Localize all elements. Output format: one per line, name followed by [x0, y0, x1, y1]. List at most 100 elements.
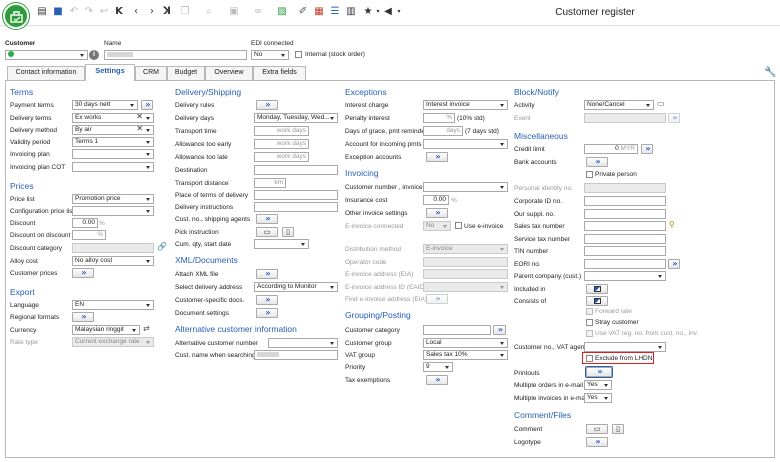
discount-input[interactable]: 0.00: [72, 218, 98, 228]
pick-instruction-file-button[interactable]: ▯: [282, 227, 294, 237]
grid-icon[interactable]: ▦: [313, 6, 325, 18]
priority-select[interactable]: 9: [423, 362, 453, 372]
cancel-icon[interactable]: ↩: [98, 6, 110, 18]
allowance-early-input[interactable]: work days: [254, 139, 309, 149]
info-icon[interactable]: i: [89, 50, 99, 60]
delivery-days-select[interactable]: Monday, Tuesday, Wed...: [254, 113, 338, 123]
place-of-terms-input[interactable]: [254, 190, 338, 200]
credit-limit-input[interactable]: 0 MYR: [584, 144, 638, 154]
private-person-checkbox[interactable]: [586, 171, 593, 178]
interest-charge-select[interactable]: Interest invoice: [423, 100, 508, 110]
customer-name-input[interactable]: [104, 50, 247, 60]
payment-terms-select[interactable]: 30 days nett: [72, 100, 138, 110]
multiple-invoices-select[interactable]: Yes: [584, 393, 612, 403]
customer-number-invoice-select[interactable]: [423, 182, 508, 192]
edi-connected-select[interactable]: No: [251, 50, 289, 60]
included-in-button[interactable]: [586, 284, 608, 294]
tin-number-input[interactable]: [584, 246, 666, 256]
search-icon[interactable]: ⌕: [203, 6, 215, 18]
tab-overview[interactable]: Overview: [205, 66, 253, 80]
comment-file-button[interactable]: ▯: [612, 424, 624, 434]
credit-limit-button[interactable]: »: [641, 144, 653, 154]
bank-accounts-button[interactable]: »: [586, 157, 608, 167]
customer-group-select[interactable]: Local: [423, 338, 508, 348]
payment-terms-button[interactable]: »: [141, 100, 153, 110]
next-record-icon[interactable]: ›: [146, 6, 158, 18]
activity-select[interactable]: None/Cancel: [584, 100, 654, 110]
save-icon[interactable]: ■: [52, 6, 64, 18]
link-icon[interactable]: 🔗: [157, 242, 167, 251]
tab-budget[interactable]: Budget: [167, 66, 205, 80]
days-grace-input[interactable]: days: [423, 126, 463, 136]
exclude-lhdn-checkbox[interactable]: [586, 355, 593, 362]
other-invoice-settings-button[interactable]: »: [426, 208, 448, 218]
config-price-list-select[interactable]: [72, 206, 154, 216]
parent-company-select[interactable]: [584, 271, 666, 281]
undo-icon[interactable]: ↶: [68, 6, 80, 18]
printouts-button[interactable]: »: [586, 367, 612, 377]
destination-input[interactable]: [254, 165, 338, 175]
internal-checkbox[interactable]: [295, 51, 302, 58]
sales-tax-number-input[interactable]: [584, 221, 666, 231]
delivery-instructions-input[interactable]: [254, 202, 338, 212]
customer-no-vat-agent-select[interactable]: [584, 342, 666, 352]
previous-record-icon[interactable]: ‹: [130, 6, 142, 18]
clear-icon[interactable]: ✕: [136, 114, 143, 121]
settings-list-icon[interactable]: ▥: [345, 6, 357, 18]
attach-xml-button[interactable]: »: [256, 269, 278, 279]
tab-crm[interactable]: CRM: [135, 66, 167, 80]
customer-prices-button[interactable]: »: [72, 268, 94, 278]
delivery-terms-select[interactable]: Ex works ✕: [72, 113, 154, 123]
allowance-late-input[interactable]: work days: [254, 152, 309, 162]
comment-button[interactable]: ▭: [586, 424, 608, 434]
use-e-invoice-checkbox[interactable]: [455, 222, 462, 229]
transport-time-input[interactable]: work days: [254, 126, 309, 136]
price-list-select[interactable]: Promotion price: [72, 194, 154, 204]
tab-settings[interactable]: Settings: [85, 64, 135, 81]
customer-category-input[interactable]: [423, 325, 491, 335]
vat-group-select[interactable]: Sales tax 10%: [423, 350, 508, 360]
regional-formats-button[interactable]: »: [72, 312, 94, 322]
alt-customer-number-select[interactable]: [268, 338, 338, 348]
customer-category-button[interactable]: »: [493, 325, 506, 335]
select-delivery-address-select[interactable]: According to Monitor: [254, 282, 338, 292]
lookup-icon[interactable]: ⚲: [669, 220, 675, 229]
cum-qty-start-date-select[interactable]: [254, 239, 309, 249]
tax-exemptions-button[interactable]: »: [426, 375, 448, 385]
delivery-method-select[interactable]: By air ✕: [72, 125, 154, 135]
redo-icon[interactable]: ↷: [83, 6, 95, 18]
penalty-interest-input[interactable]: %: [423, 113, 455, 123]
clear-icon[interactable]: ✕: [136, 126, 143, 133]
customer-number-input[interactable]: [5, 50, 88, 60]
ledger-icon[interactable]: ▧: [276, 6, 288, 18]
last-record-icon[interactable]: ꓘ: [161, 6, 173, 18]
delivery-rules-button[interactable]: »: [256, 100, 278, 110]
tab-extra-fields[interactable]: Extra fields: [253, 66, 306, 80]
stray-customer-checkbox[interactable]: [586, 319, 593, 326]
cust-name-search-input[interactable]: [254, 350, 338, 360]
image-icon[interactable]: ▣: [228, 6, 240, 18]
multiple-orders-select[interactable]: Yes: [584, 380, 612, 390]
list-icon[interactable]: ☰: [329, 6, 341, 18]
corporate-id-input[interactable]: [584, 196, 666, 206]
exception-accounts-button[interactable]: »: [426, 152, 448, 162]
validity-period-select[interactable]: Terms 1: [72, 137, 154, 147]
shipping-agents-button[interactable]: »: [256, 214, 278, 224]
copy-icon[interactable]: ❐: [179, 6, 191, 18]
currency-select[interactable]: Malaysian ringgit: [72, 325, 140, 335]
invoicing-plan-select[interactable]: [72, 149, 154, 159]
language-select[interactable]: EN: [72, 300, 154, 310]
pick-instruction-comment-button[interactable]: ▭: [256, 227, 278, 237]
new-document-icon[interactable]: ▤: [36, 6, 48, 18]
tab-contact-information[interactable]: Contact information: [7, 66, 85, 80]
customer-specific-docs-button[interactable]: »: [256, 295, 278, 305]
attachment-icon[interactable]: ✐: [297, 6, 309, 18]
consists-of-button[interactable]: [586, 296, 608, 306]
account-incoming-select[interactable]: [423, 139, 508, 149]
alloy-cost-select[interactable]: No alloy cost: [72, 256, 154, 266]
document-settings-button[interactable]: »: [256, 308, 278, 318]
first-record-icon[interactable]: K: [113, 6, 125, 18]
insurance-cost-input[interactable]: 0.00: [423, 195, 449, 205]
invoicing-plan-cot-select[interactable]: [72, 162, 154, 172]
pin-dropdown-icon[interactable]: ▾: [393, 6, 405, 18]
